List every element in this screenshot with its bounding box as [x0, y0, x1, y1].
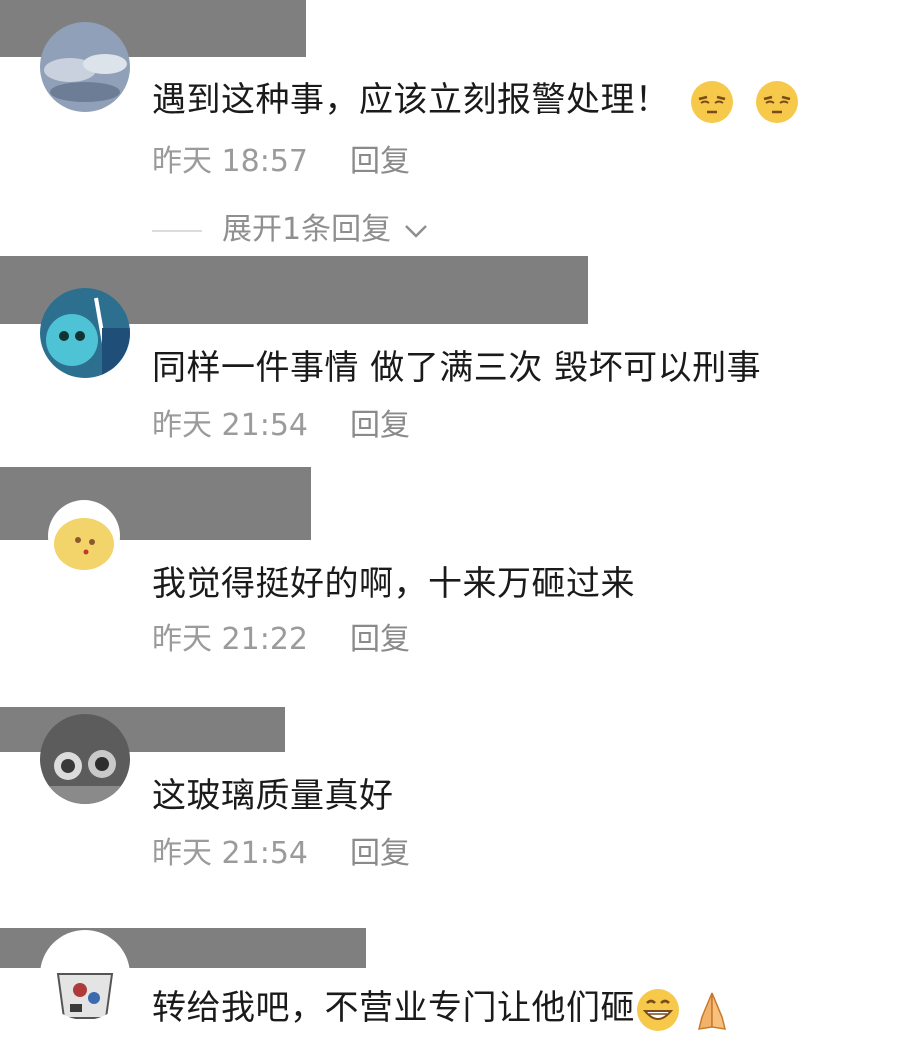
- comment-text: 转给我吧，不营业专门让他们砸: [152, 980, 735, 1033]
- comment-text: 这玻璃质量真好: [152, 776, 394, 816]
- reply-button[interactable]: 回复: [350, 836, 410, 871]
- avatar[interactable]: [40, 22, 130, 112]
- reply-button[interactable]: 回复: [350, 622, 410, 657]
- grin-emoji: [637, 988, 679, 1031]
- comment-timestamp: 昨天 18:57: [152, 144, 308, 179]
- reply-button[interactable]: 回复: [350, 144, 410, 179]
- comment-timestamp: 昨天 21:54: [152, 836, 308, 871]
- reply-button[interactable]: 回复: [350, 408, 410, 443]
- expand-replies-button[interactable]: 展开1条回复: [152, 204, 429, 248]
- chevron-down-icon: [404, 224, 427, 238]
- comment-text: 同样一件事情 做了满三次 毁坏可以刑事: [152, 348, 762, 388]
- redacted-username: [0, 467, 311, 540]
- comment-meta: 昨天 21:54 回复: [152, 400, 410, 444]
- comment-text: 遇到这种事，应该立刻报警处理！: [152, 72, 800, 125]
- avatar[interactable]: [40, 714, 130, 804]
- squint-annoyed-emoji: [756, 80, 799, 123]
- pray-emoji: [697, 992, 727, 1030]
- divider-line: [152, 229, 202, 232]
- expand-replies-label: 展开1条回复: [222, 212, 392, 247]
- avatar[interactable]: [40, 288, 130, 378]
- comment-meta: 昨天 21:54 回复: [152, 828, 410, 872]
- avatar[interactable]: [48, 500, 120, 572]
- comment-timestamp: 昨天 21:22: [152, 622, 308, 657]
- comment-text: 我觉得挺好的啊，十来万砸过来: [152, 564, 635, 604]
- avatar[interactable]: [40, 930, 130, 1020]
- comment-timestamp: 昨天 21:54: [152, 408, 308, 443]
- comment-meta: 昨天 21:22 回复: [152, 614, 410, 658]
- squint-annoyed-emoji: [690, 80, 733, 123]
- comment-meta: 昨天 18:57 回复: [152, 136, 410, 180]
